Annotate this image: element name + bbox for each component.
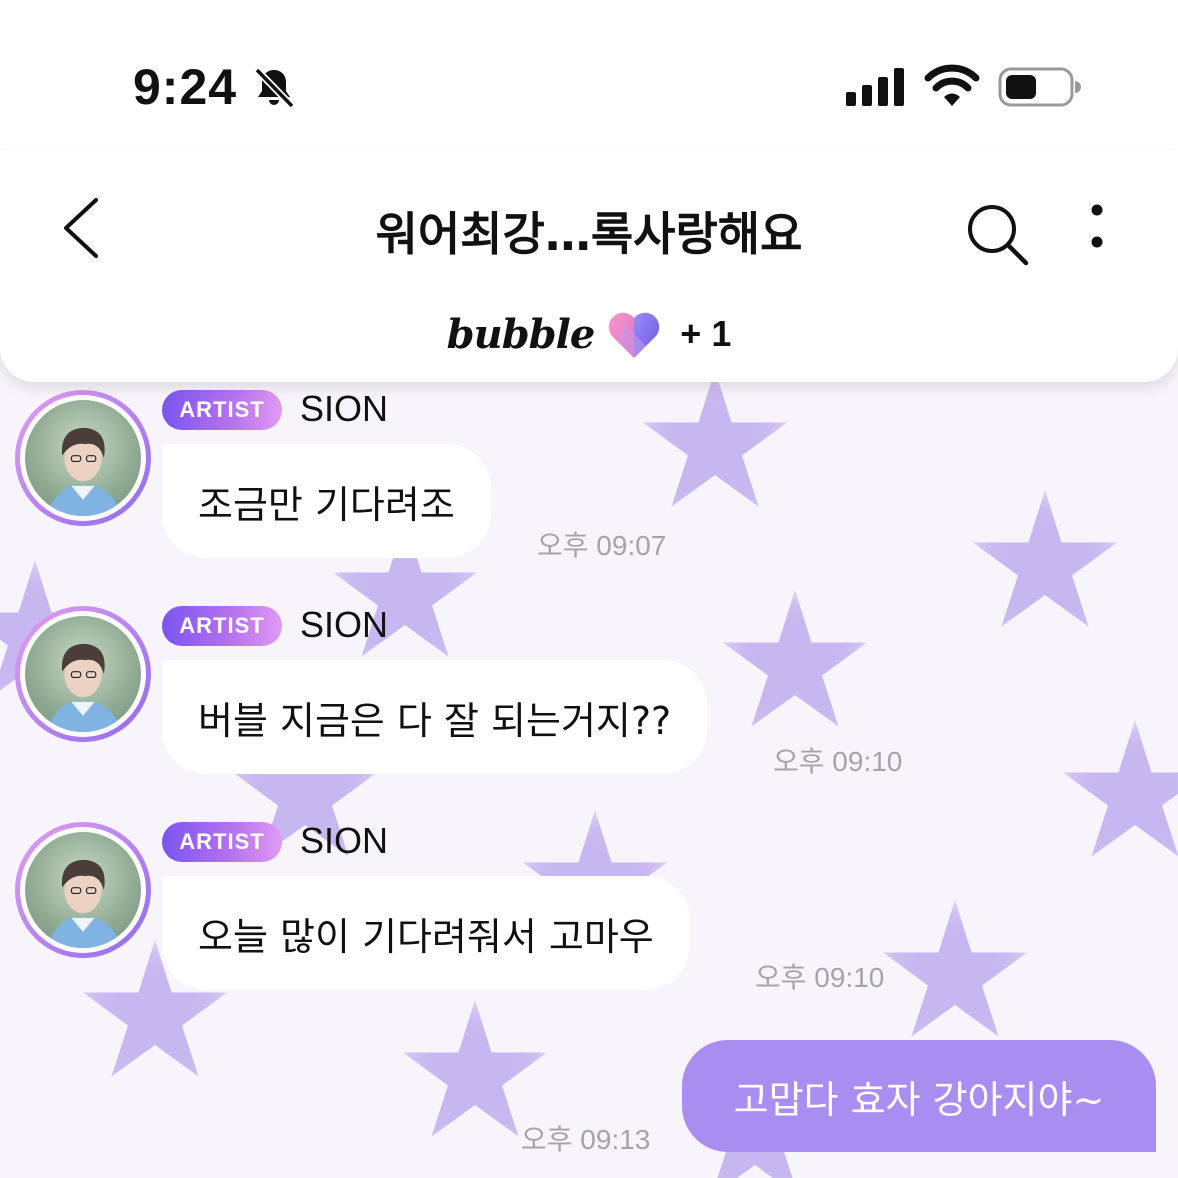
message-time: 오후 09:07 xyxy=(537,530,667,561)
background-star xyxy=(883,900,1027,1037)
heart-icon xyxy=(609,312,660,358)
sender-name: SION xyxy=(300,388,389,429)
battery-icon xyxy=(998,67,1081,107)
message-time: 오후 09:10 xyxy=(755,962,885,993)
wifi-icon xyxy=(924,64,980,106)
status-bar: 9:24 xyxy=(0,0,1178,170)
avatar-photo xyxy=(25,616,141,732)
background-star xyxy=(973,490,1117,627)
avatar-frame xyxy=(20,611,146,737)
background-star xyxy=(723,590,867,727)
artist-badge: ARTIST xyxy=(162,822,282,862)
background-star xyxy=(643,370,787,507)
avatar-frame xyxy=(20,395,146,521)
more-icon[interactable] xyxy=(1082,200,1112,260)
status-time: 9:24 xyxy=(133,59,238,115)
avatar-photo xyxy=(25,400,141,516)
message-bubble[interactable]: 조금만 기다려조 xyxy=(162,444,491,558)
bubble-logo: bubble xyxy=(446,310,596,358)
sender-name: SION xyxy=(300,604,389,645)
sender-name: SION xyxy=(300,820,389,861)
my-message-bubble[interactable]: 고맙다 효자 강아지야~ xyxy=(682,1040,1156,1152)
artist-badge: ARTIST xyxy=(162,606,282,646)
back-icon[interactable] xyxy=(58,196,104,260)
avatar-frame xyxy=(20,827,146,953)
bell-off-icon xyxy=(254,67,295,109)
my-message-time: 오후 09:13 xyxy=(521,1124,651,1155)
signal-icon xyxy=(846,68,904,106)
chat-header: 워어최강…록사랑해요 bubble + 1 xyxy=(0,150,1178,382)
background-star xyxy=(1063,720,1178,857)
avatar[interactable] xyxy=(15,606,151,742)
avatar[interactable] xyxy=(15,390,151,526)
message-time: 오후 09:10 xyxy=(773,746,903,777)
subscription-count: + 1 xyxy=(680,313,732,354)
message-bubble[interactable]: 버블 지금은 다 잘 되는거지?? xyxy=(162,660,708,774)
avatar-photo xyxy=(25,832,141,948)
message-bubble[interactable]: 오늘 많이 기다려줘서 고마우 xyxy=(162,876,690,990)
search-icon[interactable] xyxy=(962,200,1032,266)
avatar[interactable] xyxy=(15,822,151,958)
bubble-brand-row: bubble + 1 xyxy=(0,306,1178,362)
artist-badge: ARTIST xyxy=(162,390,282,430)
chat-title: 워어최강…록사랑해요 xyxy=(375,207,803,261)
